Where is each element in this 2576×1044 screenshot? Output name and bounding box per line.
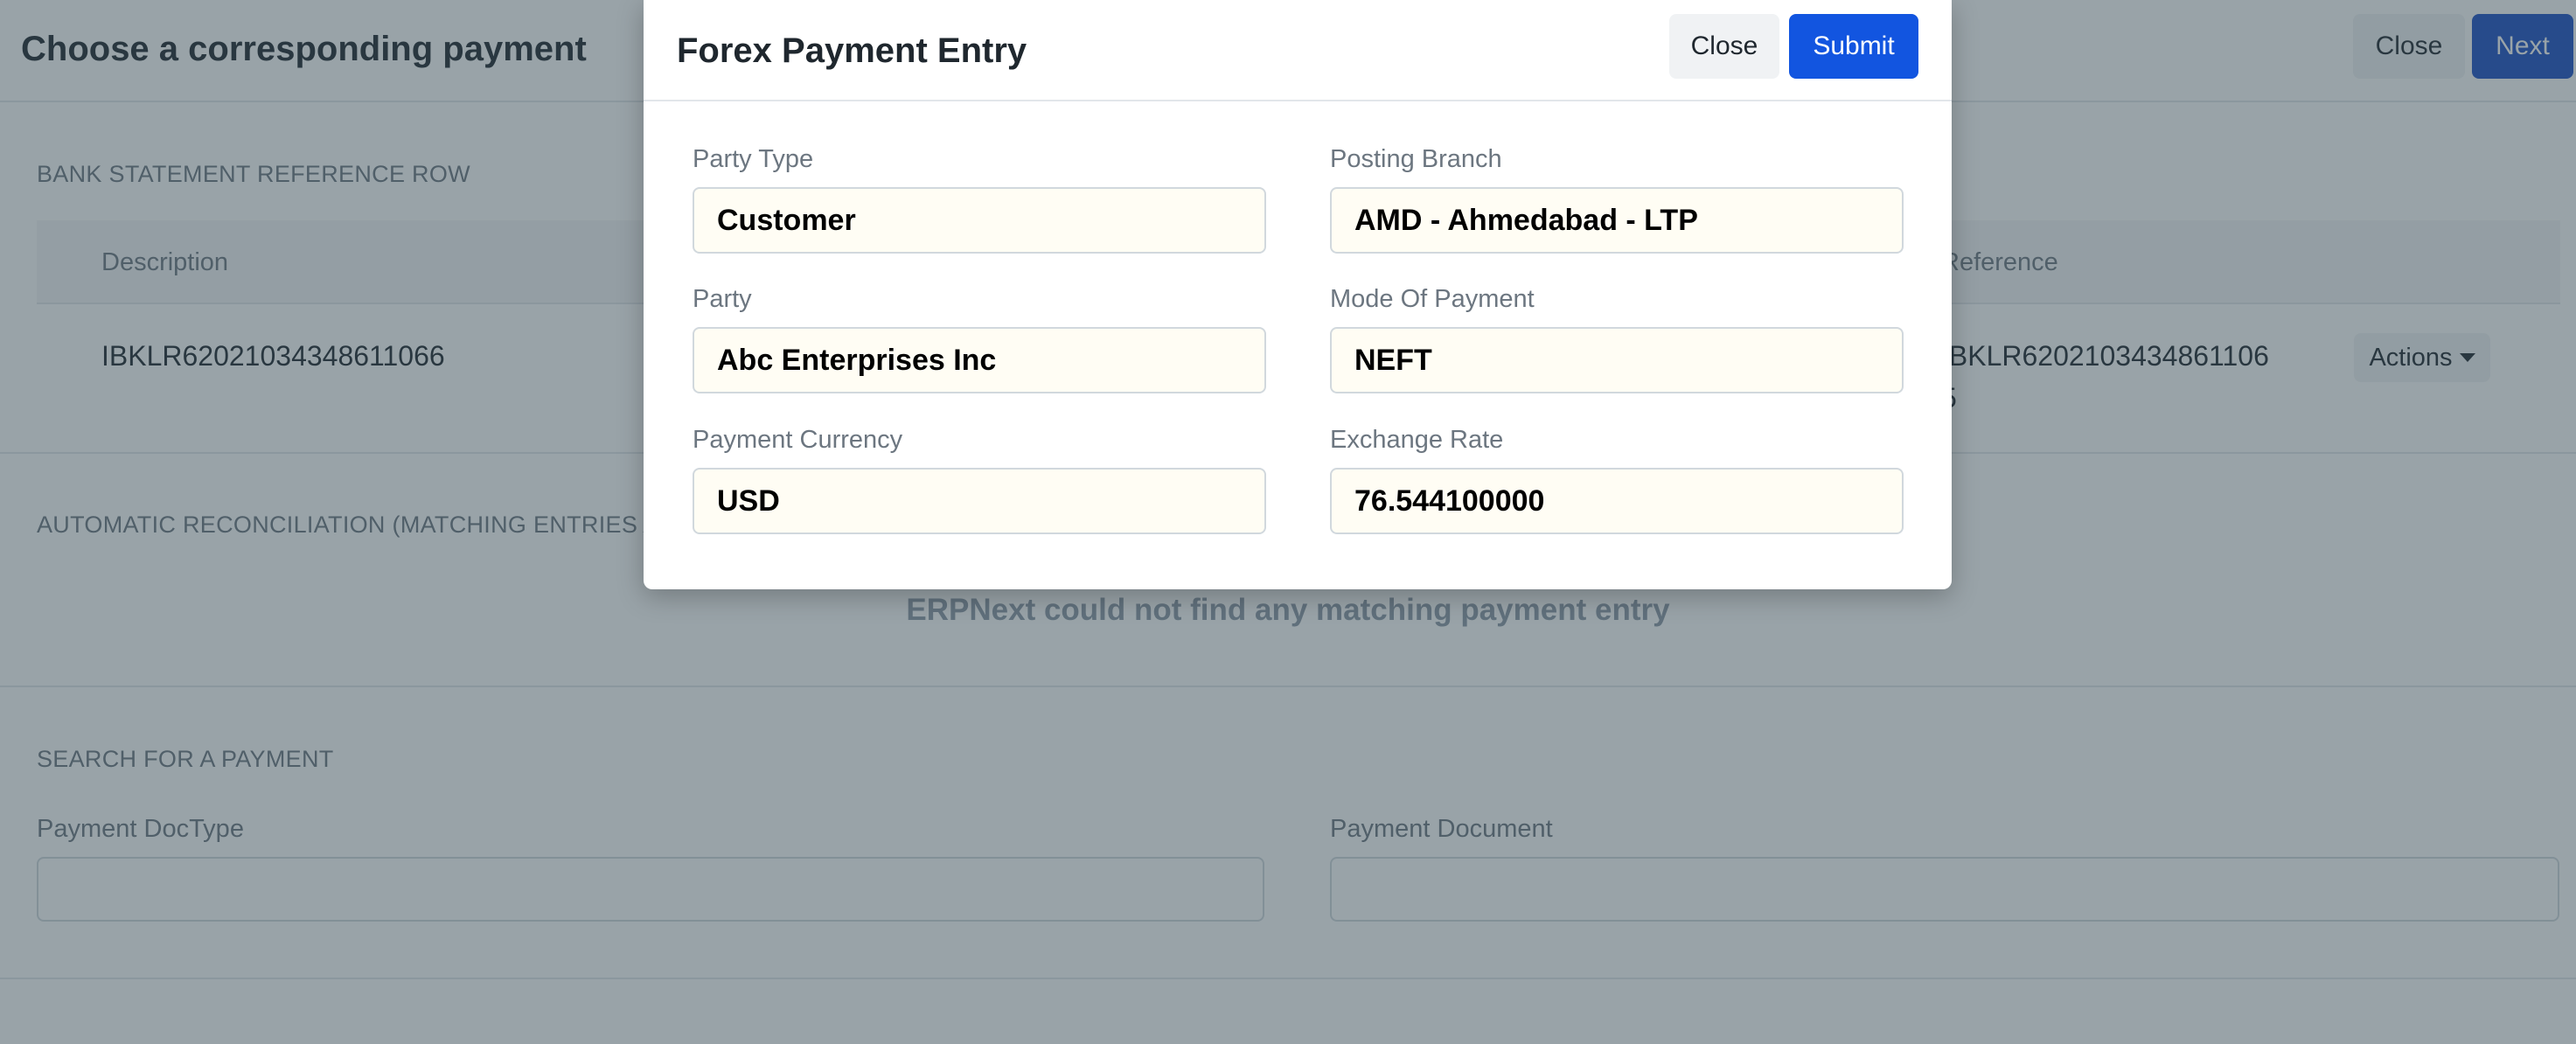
app-window: Choose a corresponding payment Close Nex… bbox=[0, 0, 2576, 1044]
dialog-header: Forex Payment Entry Close Submit bbox=[644, 0, 1952, 101]
payment-currency-label: Payment Currency bbox=[693, 426, 903, 454]
dialog-close-button[interactable]: Close bbox=[1669, 14, 1779, 79]
exchange-rate-label: Exchange Rate bbox=[1330, 426, 1504, 454]
party-label: Party bbox=[693, 285, 752, 313]
posting-branch-field[interactable]: AMD - Ahmedabad - LTP bbox=[1330, 187, 1904, 254]
party-field[interactable]: Abc Enterprises Inc bbox=[693, 327, 1266, 393]
posting-branch-label: Posting Branch bbox=[1330, 145, 1502, 173]
mode-of-payment-field[interactable]: NEFT bbox=[1330, 327, 1904, 393]
mode-of-payment-label: Mode Of Payment bbox=[1330, 285, 1535, 313]
dialog-title: Forex Payment Entry bbox=[677, 31, 1027, 70]
party-type-label: Party Type bbox=[693, 145, 814, 173]
exchange-rate-field[interactable]: 76.544100000 bbox=[1330, 468, 1904, 534]
forex-payment-entry-dialog: Forex Payment Entry Close Submit Party T… bbox=[644, 0, 1952, 589]
payment-currency-field[interactable]: USD bbox=[693, 468, 1266, 534]
party-type-field[interactable]: Customer bbox=[693, 187, 1266, 254]
submit-button[interactable]: Submit bbox=[1789, 14, 1918, 79]
